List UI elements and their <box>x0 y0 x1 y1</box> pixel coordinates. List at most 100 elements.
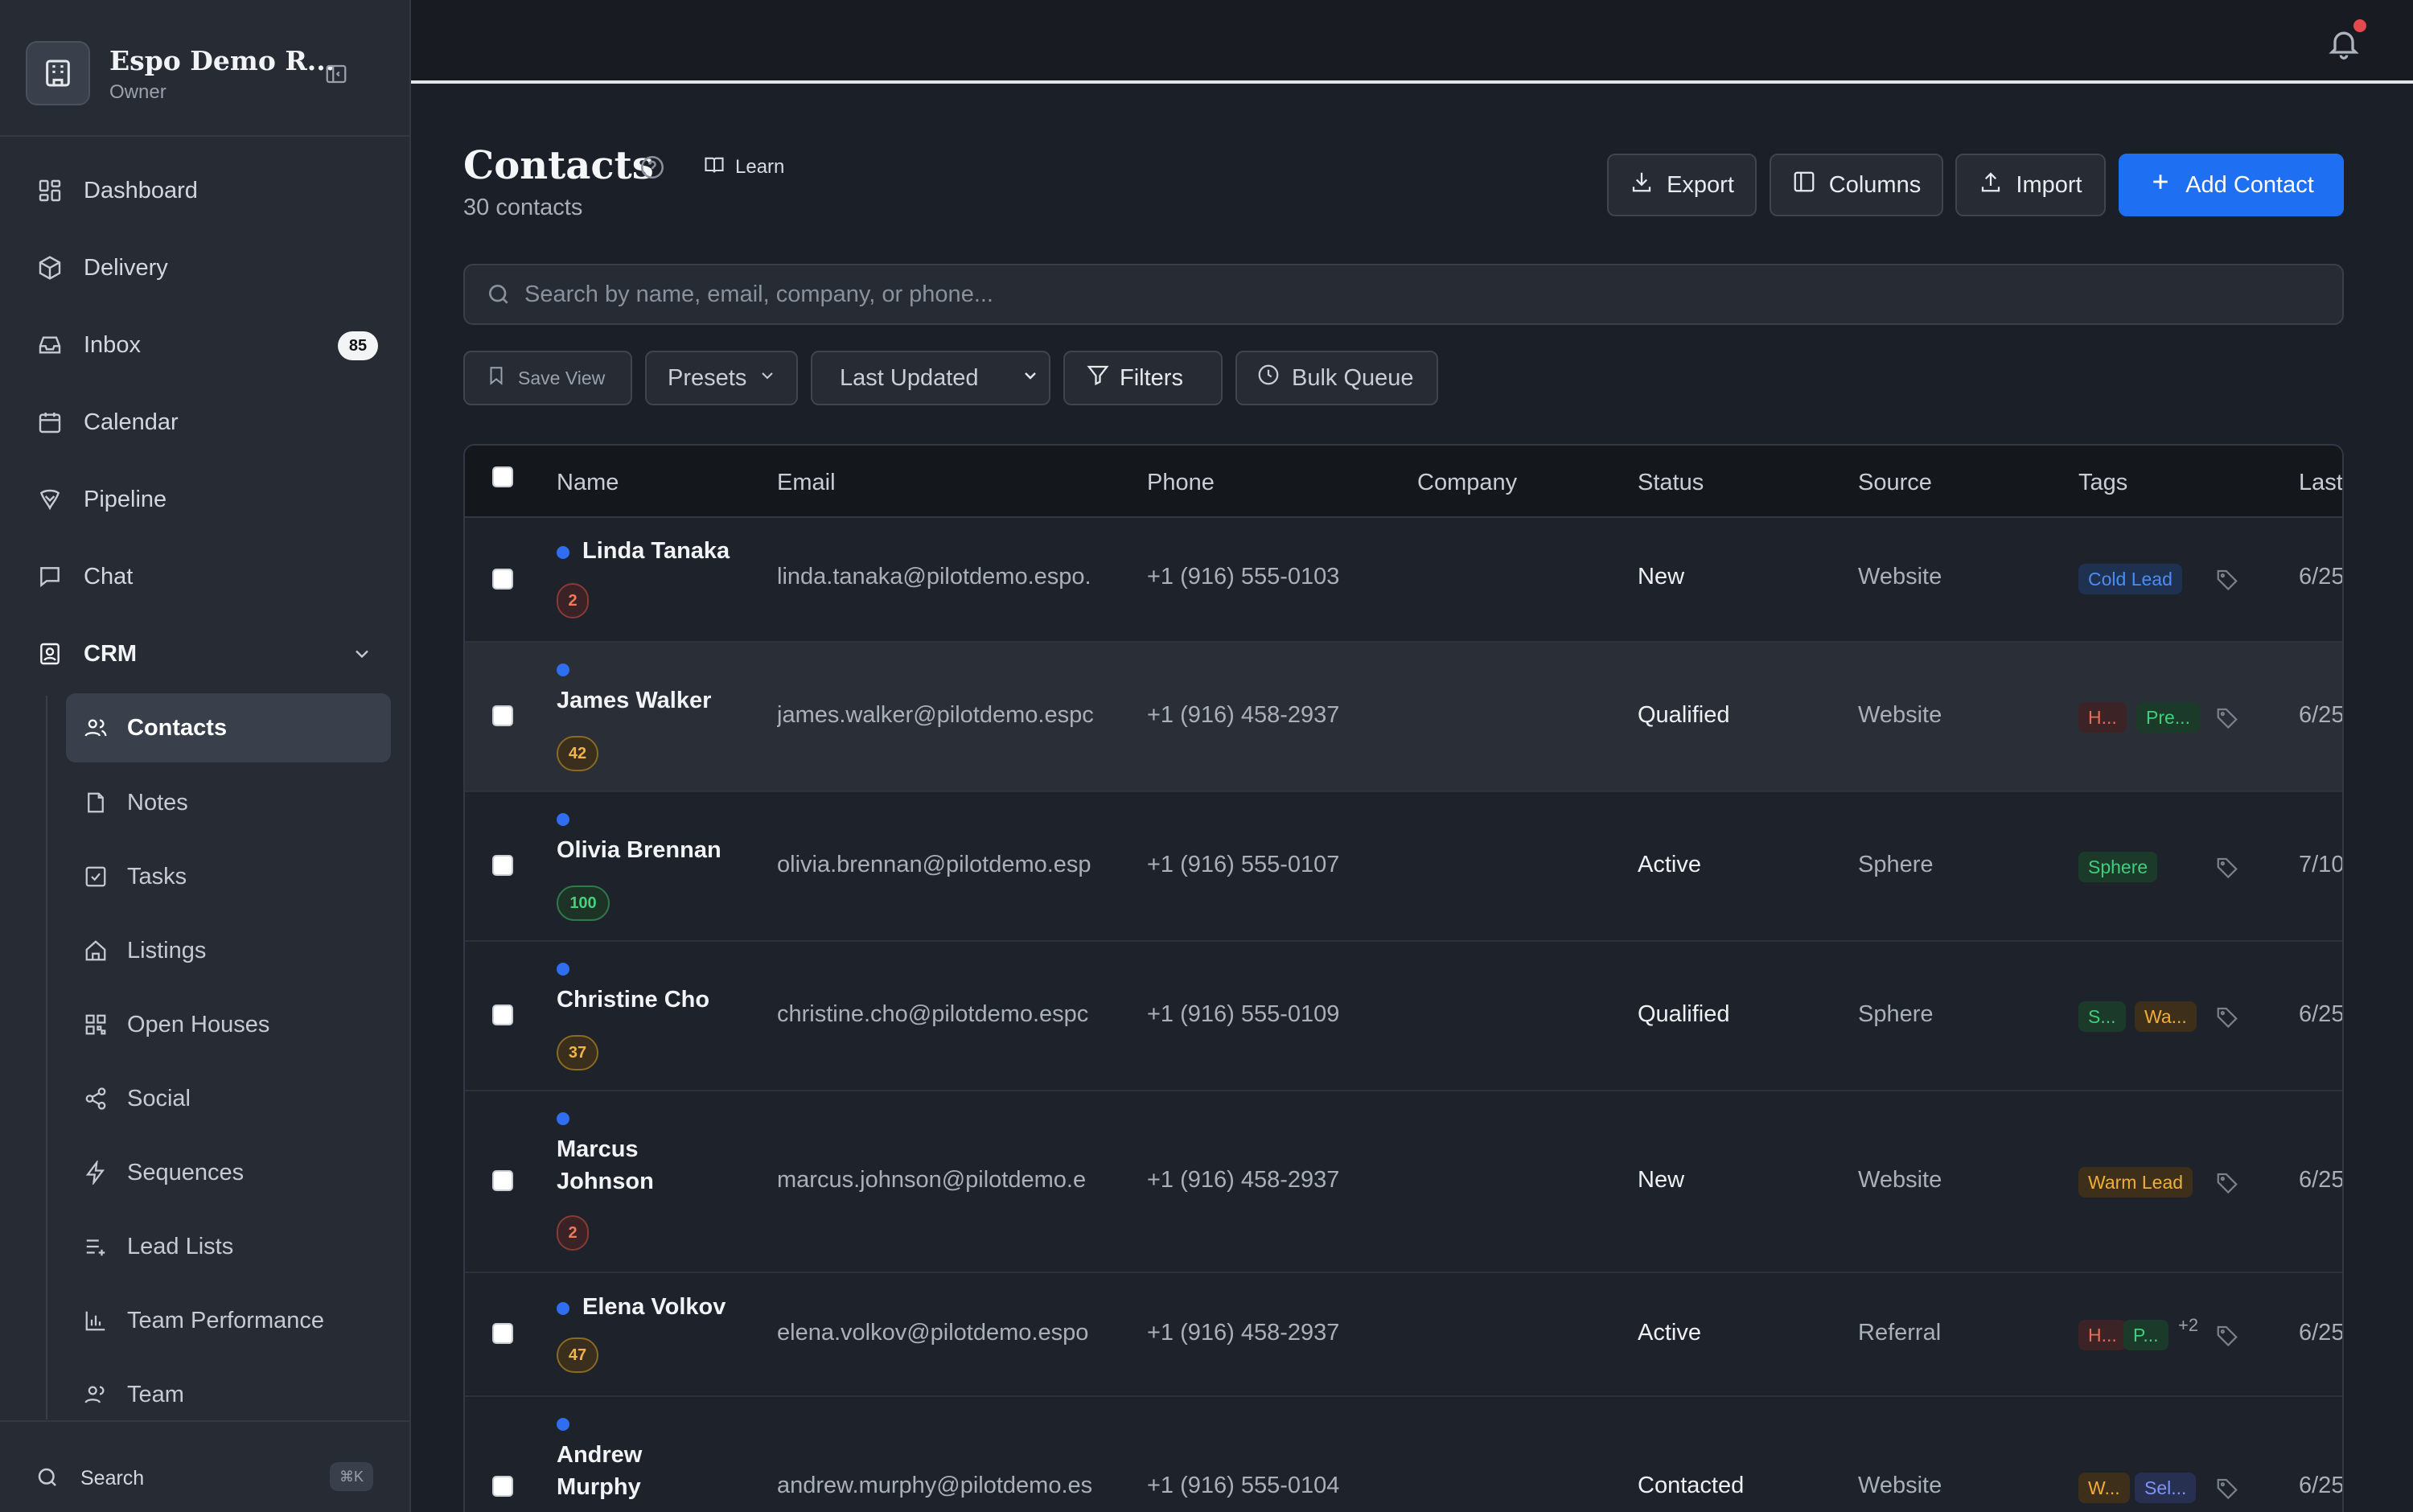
table-row[interactable]: Andrew Murphy andrew.murphy@pilotdemo.es… <box>465 1397 2342 1512</box>
tag-icon[interactable] <box>2215 1323 2239 1347</box>
contact-name-last[interactable]: Johnson <box>557 1165 654 1198</box>
contact-phone[interactable]: +1 (916) 458-2937 <box>1147 1320 1339 1346</box>
chevron-down-icon[interactable] <box>351 643 373 669</box>
sidebar-item-open-houses[interactable]: Open Houses <box>66 990 391 1059</box>
contact-name[interactable]: Elena Volkov <box>582 1291 726 1323</box>
contact-name-first[interactable]: Marcus <box>557 1133 639 1165</box>
sidebar-item-social[interactable]: Social <box>66 1064 391 1133</box>
presets-dropdown[interactable]: Presets <box>645 351 798 405</box>
nav-item-pipeline[interactable]: Pipeline <box>24 467 386 532</box>
nav-item-inbox[interactable]: Inbox 85 <box>24 313 386 377</box>
column-header-last-updated[interactable]: Last <box>2299 470 2342 496</box>
table-row[interactable]: Elena Volkov 47 elena.volkov@pilotdemo.e… <box>465 1273 2342 1397</box>
nav-label: Delivery <box>84 254 168 281</box>
contact-name[interactable]: Olivia Brennan <box>557 834 721 866</box>
column-header-company[interactable]: Company <box>1417 470 1517 496</box>
nav-item-delivery[interactable]: Delivery <box>24 236 386 300</box>
pipeline-icon <box>35 485 64 514</box>
row-checkbox[interactable] <box>492 855 513 876</box>
contact-email[interactable]: andrew.murphy@pilotdemo.es <box>777 1473 1107 1499</box>
contact-email[interactable]: james.walker@pilotdemo.espc <box>777 702 1107 729</box>
contact-phone[interactable]: +1 (916) 555-0109 <box>1147 1001 1339 1028</box>
contact-email[interactable]: marcus.johnson@pilotdemo.e <box>777 1167 1107 1194</box>
contact-phone[interactable]: +1 (916) 555-0107 <box>1147 852 1339 878</box>
sidebar-item-sequences[interactable]: Sequences <box>66 1138 391 1207</box>
sidebar-item-label: Sequences <box>127 1159 245 1185</box>
row-checkbox[interactable] <box>492 569 513 590</box>
learn-link[interactable]: Learn <box>703 153 784 182</box>
add-contact-button[interactable]: Add Contact <box>2119 154 2344 216</box>
column-header-tags[interactable]: Tags <box>2078 470 2127 496</box>
sidebar-item-label: Lead Lists <box>127 1233 234 1259</box>
tag-icon[interactable] <box>2215 1476 2239 1500</box>
tag-icon[interactable] <box>2215 1005 2239 1029</box>
chevron-down-icon <box>1021 365 1040 392</box>
export-button[interactable]: Export <box>1607 154 1757 216</box>
nav-item-crm[interactable]: CRM <box>24 622 386 686</box>
row-checkbox[interactable] <box>492 1476 513 1497</box>
sidebar-item-lead-lists[interactable]: Lead Lists <box>66 1212 391 1281</box>
sidebar-collapse-icon[interactable] <box>322 61 351 87</box>
column-header-name[interactable]: Name <box>557 470 619 496</box>
sidebar-item-label: Listings <box>127 937 207 963</box>
row-checkbox[interactable] <box>492 1170 513 1191</box>
row-checkbox[interactable] <box>492 705 513 726</box>
contact-email[interactable]: christine.cho@pilotdemo.espc <box>777 1001 1107 1028</box>
bulk-queue-button[interactable]: Bulk Queue <box>1235 351 1438 405</box>
sidebar-item-tasks[interactable]: Tasks <box>66 842 391 911</box>
tag-icon[interactable] <box>2215 705 2239 729</box>
table-row[interactable]: Linda Tanaka 2 linda.tanaka@pilotdemo.es… <box>465 519 2342 643</box>
tag-badge: Pre... <box>2136 702 2200 733</box>
save-view-button[interactable]: Save View <box>463 351 632 405</box>
sidebar-item-notes[interactable]: Notes <box>66 768 391 837</box>
contact-status: Contacted <box>1638 1473 1745 1498</box>
sidebar-search[interactable]: Search ⌘K <box>0 1420 409 1512</box>
contact-email[interactable]: linda.tanaka@pilotdemo.espo. <box>777 564 1107 590</box>
contact-phone[interactable]: +1 (916) 458-2937 <box>1147 702 1339 729</box>
sidebar-item-contacts[interactable]: Contacts <box>66 693 391 762</box>
contact-name[interactable]: Linda Tanaka <box>582 535 730 567</box>
sidebar-item-team[interactable]: Team <box>66 1360 391 1429</box>
tag-icon[interactable] <box>2215 1170 2239 1194</box>
sort-selected-value: Last Updated <box>840 364 979 391</box>
contact-name-last[interactable]: Murphy <box>557 1471 641 1503</box>
workspace-header[interactable]: Espo Demo R... Owner <box>0 0 409 137</box>
table-row[interactable]: Olivia Brennan 100 olivia.brennan@pilotd… <box>465 792 2342 942</box>
nav-item-dashboard[interactable]: Dashboard <box>24 158 386 223</box>
row-checkbox[interactable] <box>492 1005 513 1025</box>
contact-name-first[interactable]: Andrew <box>557 1439 642 1471</box>
contact-email[interactable]: elena.volkov@pilotdemo.espo <box>777 1320 1107 1346</box>
sort-select[interactable]: Last Updated <box>811 351 1050 405</box>
sidebar-item-listings[interactable]: Listings <box>66 916 391 985</box>
contact-phone[interactable]: +1 (916) 458-2937 <box>1147 1167 1339 1194</box>
table-row[interactable]: Marcus Johnson 2 marcus.johnson@pilotdem… <box>465 1091 2342 1273</box>
contact-phone[interactable]: +1 (916) 555-0103 <box>1147 564 1339 590</box>
tag-icon[interactable] <box>2215 567 2239 591</box>
contact-name[interactable]: Christine Cho <box>557 984 709 1016</box>
column-header-phone[interactable]: Phone <box>1147 470 1215 496</box>
select-all-checkbox[interactable] <box>492 466 513 487</box>
table-row[interactable]: James Walker 42 james.walker@pilotdemo.e… <box>465 643 2344 792</box>
help-icon[interactable] <box>639 154 666 181</box>
more-tags-count[interactable]: +2 <box>2178 1315 2198 1336</box>
row-checkbox[interactable] <box>492 1323 513 1344</box>
column-header-email[interactable]: Email <box>777 470 836 496</box>
search-input[interactable]: Search by name, email, company, or phone… <box>463 264 2344 325</box>
import-button[interactable]: Import <box>1955 154 2106 216</box>
contact-email[interactable]: olivia.brennan@pilotdemo.esp <box>777 852 1107 878</box>
column-header-source[interactable]: Source <box>1858 470 1932 496</box>
columns-button[interactable]: Columns <box>1770 154 1943 216</box>
column-header-status[interactable]: Status <box>1638 470 1704 496</box>
list-plus-icon <box>82 1233 109 1260</box>
tag-badge: Wa... <box>2135 1001 2197 1032</box>
table-row[interactable]: Christine Cho 37 christine.cho@pilotdemo… <box>465 942 2342 1091</box>
sidebar-item-team-performance[interactable]: Team Performance <box>66 1286 391 1355</box>
filters-button[interactable]: Filters <box>1063 351 1223 405</box>
nav-item-chat[interactable]: Chat <box>24 544 386 609</box>
lead-score-badge: 2 <box>557 1215 589 1251</box>
contact-last-updated: 6/25 <box>2299 702 2344 728</box>
nav-item-calendar[interactable]: Calendar <box>24 390 386 454</box>
tag-icon[interactable] <box>2215 855 2239 879</box>
contact-phone[interactable]: +1 (916) 555-0104 <box>1147 1473 1339 1499</box>
contact-name[interactable]: James Walker <box>557 684 711 717</box>
